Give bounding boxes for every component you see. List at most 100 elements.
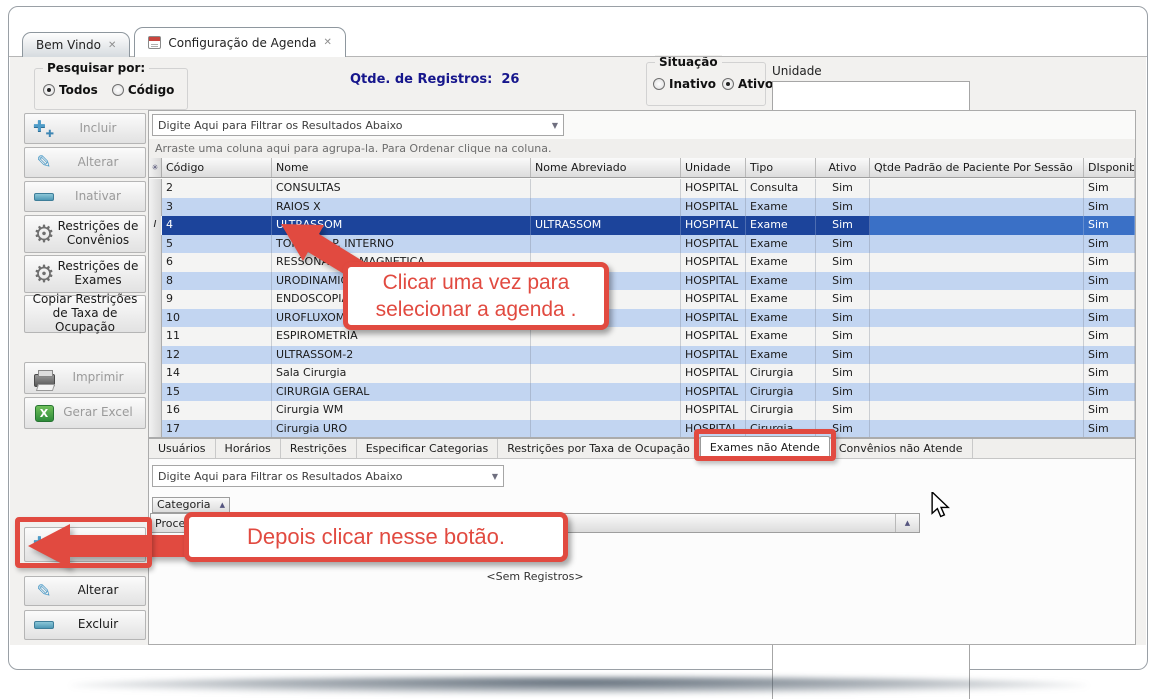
detail-filter-input[interactable]: Digite Aqui para Filtrar os Resultados A… [152, 465, 504, 487]
radio-icon[interactable] [653, 78, 665, 90]
radio-todos[interactable]: Todos [43, 83, 98, 97]
imprimir-button[interactable]: Imprimir [24, 362, 146, 394]
copiar-restricoes-button[interactable]: Copiar Restrições de Taxa de Ocupação [24, 295, 146, 333]
table-row[interactable]: I4ULTRASSOMULTRASSOMHOSPITALExameSimSim [149, 216, 1135, 235]
incluir-button-bottom[interactable]: Incluir [24, 527, 146, 562]
table-row[interactable]: 14Sala CirurgiaHOSPITALCirurgiaSimSim [149, 364, 1135, 383]
cell-nome: ESPIROMETRIA [272, 327, 531, 346]
table-row[interactable]: 15CIRURGIA GERALHOSPITALCirurgiaSimSim [149, 383, 1135, 402]
search-by-group: Pesquisar por: Todos Código [34, 68, 188, 110]
detail-tab-5[interactable]: Restrições por Taxa de Ocupação [498, 439, 700, 458]
excluir-button[interactable]: Excluir [24, 610, 146, 640]
column-header-4[interactable]: Unidade [681, 158, 746, 177]
tab-bar: Bem Vindo ✕ Configuração de Agenda ✕ [22, 27, 346, 57]
table-row[interactable]: 5TOMOGR. P. INTERNOHOSPITALExameSimSim [149, 235, 1135, 254]
row-indicator [149, 272, 162, 291]
table-row[interactable]: 10UROFLUXOMETRIAHOSPITALExameSimSim [149, 309, 1135, 328]
restricoes-convenios-button[interactable]: Restrições de Convênios [24, 215, 146, 253]
cell-disponibilidade: Sim [1084, 272, 1135, 291]
chevron-down-icon[interactable]: ▼ [552, 121, 558, 130]
table-row[interactable]: 3RAIOS XHOSPITALExameSimSim [149, 198, 1135, 217]
table-row[interactable]: 6RESSONANCIA MAGNETICAHOSPITALExameSimSi… [149, 253, 1135, 272]
group-by-bar[interactable]: Arraste uma coluna aqui para agrupa-la. … [149, 139, 1135, 158]
cell-nome: RESSONANCIA MAGNETICA [272, 253, 531, 272]
column-header-1[interactable]: Código [162, 158, 272, 177]
chevron-down-icon[interactable]: ▼ [492, 472, 498, 481]
cell-tipo: Exame [746, 198, 816, 217]
detail-tab-2[interactable]: Horários [216, 439, 281, 458]
record-count-label: Qtde. de Registros: [350, 72, 492, 87]
table-row[interactable]: 2CONSULTASHOSPITALConsultaSimSim [149, 179, 1135, 198]
cell-ativo: Sim [816, 309, 870, 328]
cell-unidade: HOSPITAL [681, 216, 746, 235]
cell-disponibilidade: Sim [1084, 364, 1135, 383]
table-row[interactable]: 16Cirurgia WMHOSPITALCirurgiaSimSim [149, 401, 1135, 420]
close-icon[interactable]: ✕ [323, 37, 331, 48]
detail-tab-1[interactable]: Usuários [149, 439, 216, 458]
cell-nome_abreviado [531, 420, 681, 439]
detail-tab-3[interactable]: Restrições [281, 439, 357, 458]
categoria-group-header[interactable]: Categoria ▲ [152, 497, 230, 513]
alterar-button-top[interactable]: Alterar [24, 147, 146, 178]
close-icon[interactable]: ✕ [108, 40, 116, 51]
column-header-7[interactable]: Qtde Padrão de Paciente Por Sessão [870, 158, 1084, 177]
table-row[interactable]: 9ENDOSCOPIA / COLONOSCOPIAHOSPITALExameS… [149, 290, 1135, 309]
record-count-value: 26 [501, 72, 519, 87]
row-indicator [149, 401, 162, 420]
radio-icon[interactable] [722, 78, 734, 90]
tab-bem-vindo[interactable]: Bem Vindo ✕ [22, 32, 130, 57]
inativar-button[interactable]: Inativar [24, 181, 146, 212]
column-header-2[interactable]: Nome [272, 158, 531, 177]
cell-nome_abreviado [531, 253, 681, 272]
row-indicator [149, 179, 162, 198]
radio-ativo[interactable]: Ativo [722, 77, 773, 91]
cell-nome_abreviado [531, 272, 681, 291]
radio-icon[interactable] [112, 84, 124, 96]
table-row[interactable]: 12ULTRASSOM-2HOSPITALExameSimSim [149, 346, 1135, 365]
row-indicator [149, 198, 162, 217]
table-row[interactable]: 17Cirurgia UROHOSPITALCirurgiaSimSim [149, 420, 1135, 439]
table-row[interactable]: 11ESPIROMETRIAHOSPITALExameSimSim [149, 327, 1135, 346]
cell-unidade: HOSPITAL [681, 346, 746, 365]
gerar-excel-button[interactable]: Gerar Excel [24, 397, 146, 429]
radio-label: Ativo [738, 77, 773, 91]
detail-tab-4[interactable]: Especificar Categorias [357, 439, 499, 458]
incluir-button-top[interactable]: Incluir [24, 113, 146, 144]
detail-tab-7[interactable]: Convênios não Atende [830, 439, 973, 458]
radio-codigo[interactable]: Código [112, 83, 175, 97]
printer-icon [31, 363, 57, 393]
cell-nome_abreviado [531, 327, 681, 346]
categoria-label: Categoria [157, 498, 211, 512]
cell-qtde_padrao [870, 309, 1084, 328]
tab-configuracao-de-agenda[interactable]: Configuração de Agenda ✕ [134, 27, 346, 57]
tab-label: Configuração de Agenda [168, 36, 316, 50]
radio-inativo[interactable]: Inativo [653, 77, 716, 91]
cell-nome_abreviado: ULTRASSOM [531, 216, 681, 235]
radio-icon[interactable] [43, 84, 55, 96]
filter-placeholder: Digite Aqui para Filtrar os Resultados A… [158, 470, 403, 483]
procedimento-column-header[interactable]: Procedimento ▲ [150, 513, 920, 533]
cell-disponibilidade: Sim [1084, 216, 1135, 235]
column-header-8[interactable]: DIsponibilidade [1084, 158, 1135, 177]
table-row[interactable]: 8URODINAMICAHOSPITALExameSimSim [149, 272, 1135, 291]
cell-qtde_padrao [870, 235, 1084, 254]
row-indicator [149, 253, 162, 272]
column-header-3[interactable]: Nome Abreviado [531, 158, 681, 177]
detail-tab-6[interactable]: Exames não Atende [700, 436, 830, 458]
button-label: Gerar Excel [57, 406, 139, 420]
cell-qtde_padrao [870, 420, 1084, 439]
column-header-6[interactable]: Ativo [816, 158, 870, 177]
grid-filter-input[interactable]: Digite Aqui para Filtrar os Resultados A… [152, 114, 564, 136]
column-header-5[interactable]: Tipo [746, 158, 816, 177]
situacao-group: Situação Inativo Ativo [646, 62, 766, 106]
button-label: Restrições de Exames [57, 260, 139, 288]
cell-nome_abreviado [531, 290, 681, 309]
unidade-label: Unidade [772, 64, 822, 78]
row-indicator [149, 235, 162, 254]
cell-disponibilidade: Sim [1084, 420, 1135, 439]
cell-disponibilidade: Sim [1084, 309, 1135, 328]
alterar-button-bottom[interactable]: Alterar [24, 576, 146, 606]
cell-tipo: Consulta [746, 179, 816, 198]
restricoes-exames-button[interactable]: Restrições de Exames [24, 255, 146, 293]
procedimento-label: Procedimento [155, 517, 231, 530]
